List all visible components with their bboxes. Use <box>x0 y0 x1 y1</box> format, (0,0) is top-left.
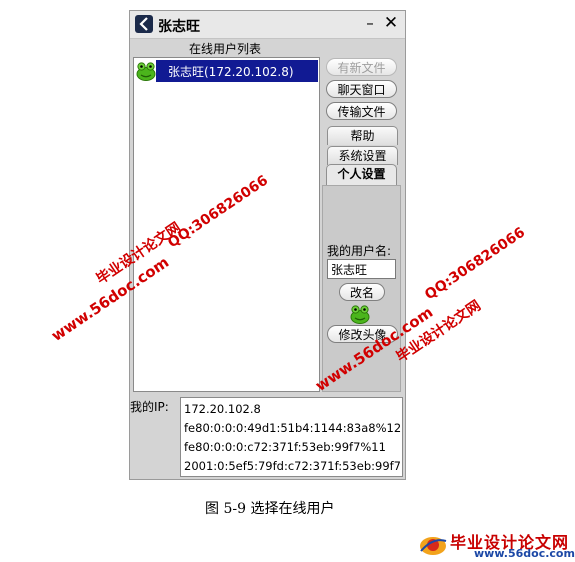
figure-caption: 图 5-9 选择在线用户 <box>205 501 335 517</box>
transfer-file-button[interactable]: 传输文件 <box>326 102 397 120</box>
username-input[interactable] <box>327 259 396 279</box>
frog-avatar-icon <box>350 305 370 324</box>
tab-help[interactable]: 帮助 <box>327 126 398 145</box>
watermark-qq: QQ:306826066 <box>422 224 529 304</box>
frog-icon <box>136 62 156 81</box>
app-logo-icon <box>135 15 153 33</box>
minimize-button[interactable]: – <box>362 13 378 33</box>
ip-line: fe80:0:0:0:49d1:51b4:1144:83a8%12 <box>184 421 402 435</box>
rename-button[interactable]: 改名 <box>339 283 385 301</box>
username-label: 我的用户名: <box>327 244 392 258</box>
logo-emblem-icon <box>420 537 447 555</box>
user-list-header: 在线用户列表 <box>189 42 262 56</box>
ip-line: 2001:0:5ef5:79fd:c72:371f:53eb:99f7 <box>184 459 401 473</box>
window-title: 张志旺 <box>158 19 200 35</box>
footer-logo: 毕业设计论文网 www.56doc.com <box>412 527 575 560</box>
new-file-button[interactable]: 有新文件 <box>326 58 397 76</box>
list-item[interactable]: 张志旺(172.20.102.8) <box>135 60 318 82</box>
logo-url: www.56doc.com <box>474 547 575 560</box>
chat-window-button[interactable]: 聊天窗口 <box>326 80 397 98</box>
close-button[interactable]: ✕ <box>383 13 399 33</box>
user-label: 张志旺(172.20.102.8) <box>168 65 294 79</box>
tab-system-settings[interactable]: 系统设置 <box>327 146 398 165</box>
ip-label: 我的IP: <box>130 400 169 414</box>
ip-line: fe80:0:0:0:c72:371f:53eb:99f7%11 <box>184 440 386 454</box>
title-bar[interactable]: 张志旺 – ✕ <box>130 11 405 39</box>
selected-user-highlight[interactable]: 张志旺(172.20.102.8) <box>156 60 318 82</box>
ip-address-box[interactable]: 172.20.102.8 fe80:0:0:0:49d1:51b4:1144:8… <box>180 397 403 477</box>
tab-personal-settings[interactable]: 个人设置 <box>326 164 397 186</box>
ip-line: 172.20.102.8 <box>184 402 261 416</box>
